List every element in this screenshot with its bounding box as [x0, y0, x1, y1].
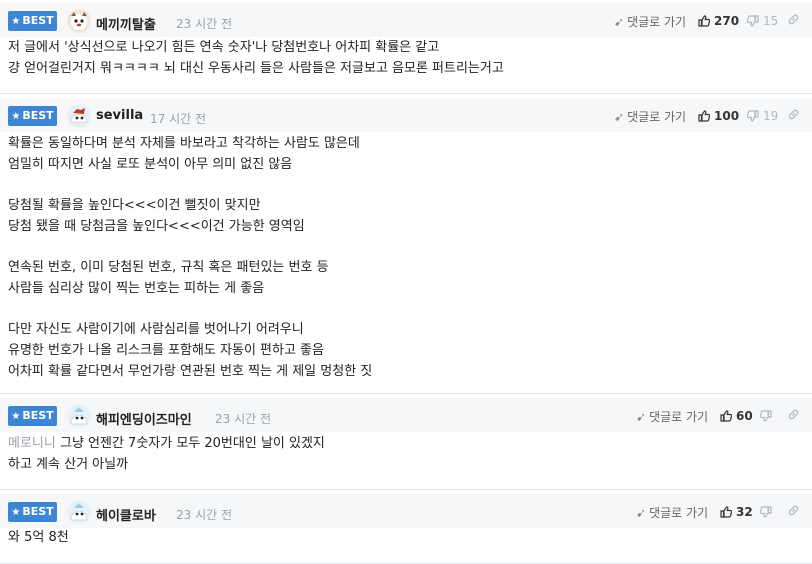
- link-icon[interactable]: [787, 502, 800, 521]
- comment-author[interactable]: sevilla: [96, 108, 143, 123]
- thumbs-up-icon: [698, 15, 711, 27]
- comment-item: ★ BEST 메끼끼탈출 23 시간 전 ➹ 댓글로 가기 270 15 저 글에서…: [0, 0, 812, 94]
- comment-item: ★ BEST 해피엔딩이즈마인 23 시간 전 ➹ 댓글로 가기 60 메로니니 그…: [0, 394, 812, 490]
- comment-time: 23 시간 전: [176, 17, 233, 31]
- reply-arrow-icon: ➹: [636, 506, 647, 520]
- thumbs-down-icon: [746, 110, 759, 122]
- comment-body: 메로니니 그냥 언젠간 7숫자가 모두 20번대인 날이 있겠지 하고 계속 산…: [8, 436, 325, 472]
- downvote-button[interactable]: [759, 505, 776, 519]
- go-to-reply-link[interactable]: ➹ 댓글로 가기: [636, 408, 708, 425]
- best-badge: ★ BEST: [8, 106, 57, 126]
- reply-arrow-icon: ➹: [636, 410, 647, 424]
- best-badge: ★ BEST: [8, 502, 57, 522]
- thumbs-down-icon: [759, 506, 772, 518]
- star-icon: ★: [11, 411, 21, 422]
- comment-item: ★ BEST 헤이클로바 23 시간 전 ➹ 댓글로 가기 32 와 5억 8천: [0, 490, 812, 564]
- star-icon: ★: [11, 16, 21, 27]
- comment-body: 와 5억 8천: [8, 530, 69, 545]
- downvote-button[interactable]: 19: [746, 109, 778, 123]
- downvote-button[interactable]: [759, 409, 776, 423]
- upvote-button[interactable]: 32: [720, 505, 753, 519]
- avatar[interactable]: [67, 104, 91, 128]
- star-icon: ★: [11, 111, 21, 122]
- comment-item: ★ BEST sevilla 17 시간 전 ➹ 댓글로 가기 100 19 확률은…: [0, 94, 812, 394]
- comment-body: 확률은 동일하다며 분석 자체를 바보라고 착각하는 사람도 많은데 엄밀히 따…: [8, 136, 373, 379]
- comment-time: 23 시간 전: [176, 508, 233, 522]
- thumbs-down-icon: [759, 410, 772, 422]
- comment-time: 17 시간 전: [150, 112, 207, 126]
- comment-time: 23 시간 전: [215, 412, 272, 426]
- comment-author[interactable]: 해피엔딩이즈마인: [96, 409, 192, 428]
- go-to-reply-link[interactable]: ➹ 댓글로 가기: [614, 108, 686, 125]
- upvote-button[interactable]: 100: [698, 109, 739, 123]
- avatar[interactable]: [67, 9, 91, 33]
- comment-body: 저 글에서 '상식선으로 나오기 힘든 연속 숫자'나 당첨번호나 어차피 확률…: [8, 40, 504, 76]
- star-icon: ★: [11, 507, 21, 518]
- go-to-reply-link[interactable]: ➹ 댓글로 가기: [614, 13, 686, 30]
- best-badge: ★ BEST: [8, 406, 57, 426]
- go-to-reply-link[interactable]: ➹ 댓글로 가기: [636, 504, 708, 521]
- downvote-button[interactable]: 15: [746, 14, 778, 28]
- best-badge: ★ BEST: [8, 11, 57, 31]
- comment-header: ★ BEST 헤이클로바 23 시간 전 ➹ 댓글로 가기 32: [0, 494, 812, 528]
- thumbs-up-icon: [720, 410, 733, 422]
- comment-header: ★ BEST 해피엔딩이즈마인 23 시간 전 ➹ 댓글로 가기 60: [0, 398, 812, 432]
- reply-arrow-icon: ➹: [614, 110, 625, 124]
- upvote-button[interactable]: 60: [720, 409, 753, 423]
- reply-arrow-icon: ➹: [614, 15, 625, 29]
- comment-author[interactable]: 헤이클로바: [96, 505, 156, 524]
- comment-author[interactable]: 메끼끼탈출: [96, 14, 156, 33]
- comment-header: ★ BEST 메끼끼탈출 23 시간 전 ➹ 댓글로 가기 270 15: [0, 3, 812, 37]
- thumbs-up-icon: [698, 110, 711, 122]
- avatar[interactable]: [67, 404, 91, 428]
- comment-header: ★ BEST sevilla 17 시간 전 ➹ 댓글로 가기 100 19: [0, 98, 812, 132]
- upvote-button[interactable]: 270: [698, 14, 739, 28]
- link-icon[interactable]: [787, 11, 800, 30]
- avatar[interactable]: [67, 500, 91, 524]
- thumbs-down-icon: [746, 15, 759, 27]
- link-icon[interactable]: [787, 406, 800, 425]
- link-icon[interactable]: [787, 106, 800, 125]
- mention-tag[interactable]: 메로니니: [8, 436, 56, 451]
- thumbs-up-icon: [720, 506, 733, 518]
